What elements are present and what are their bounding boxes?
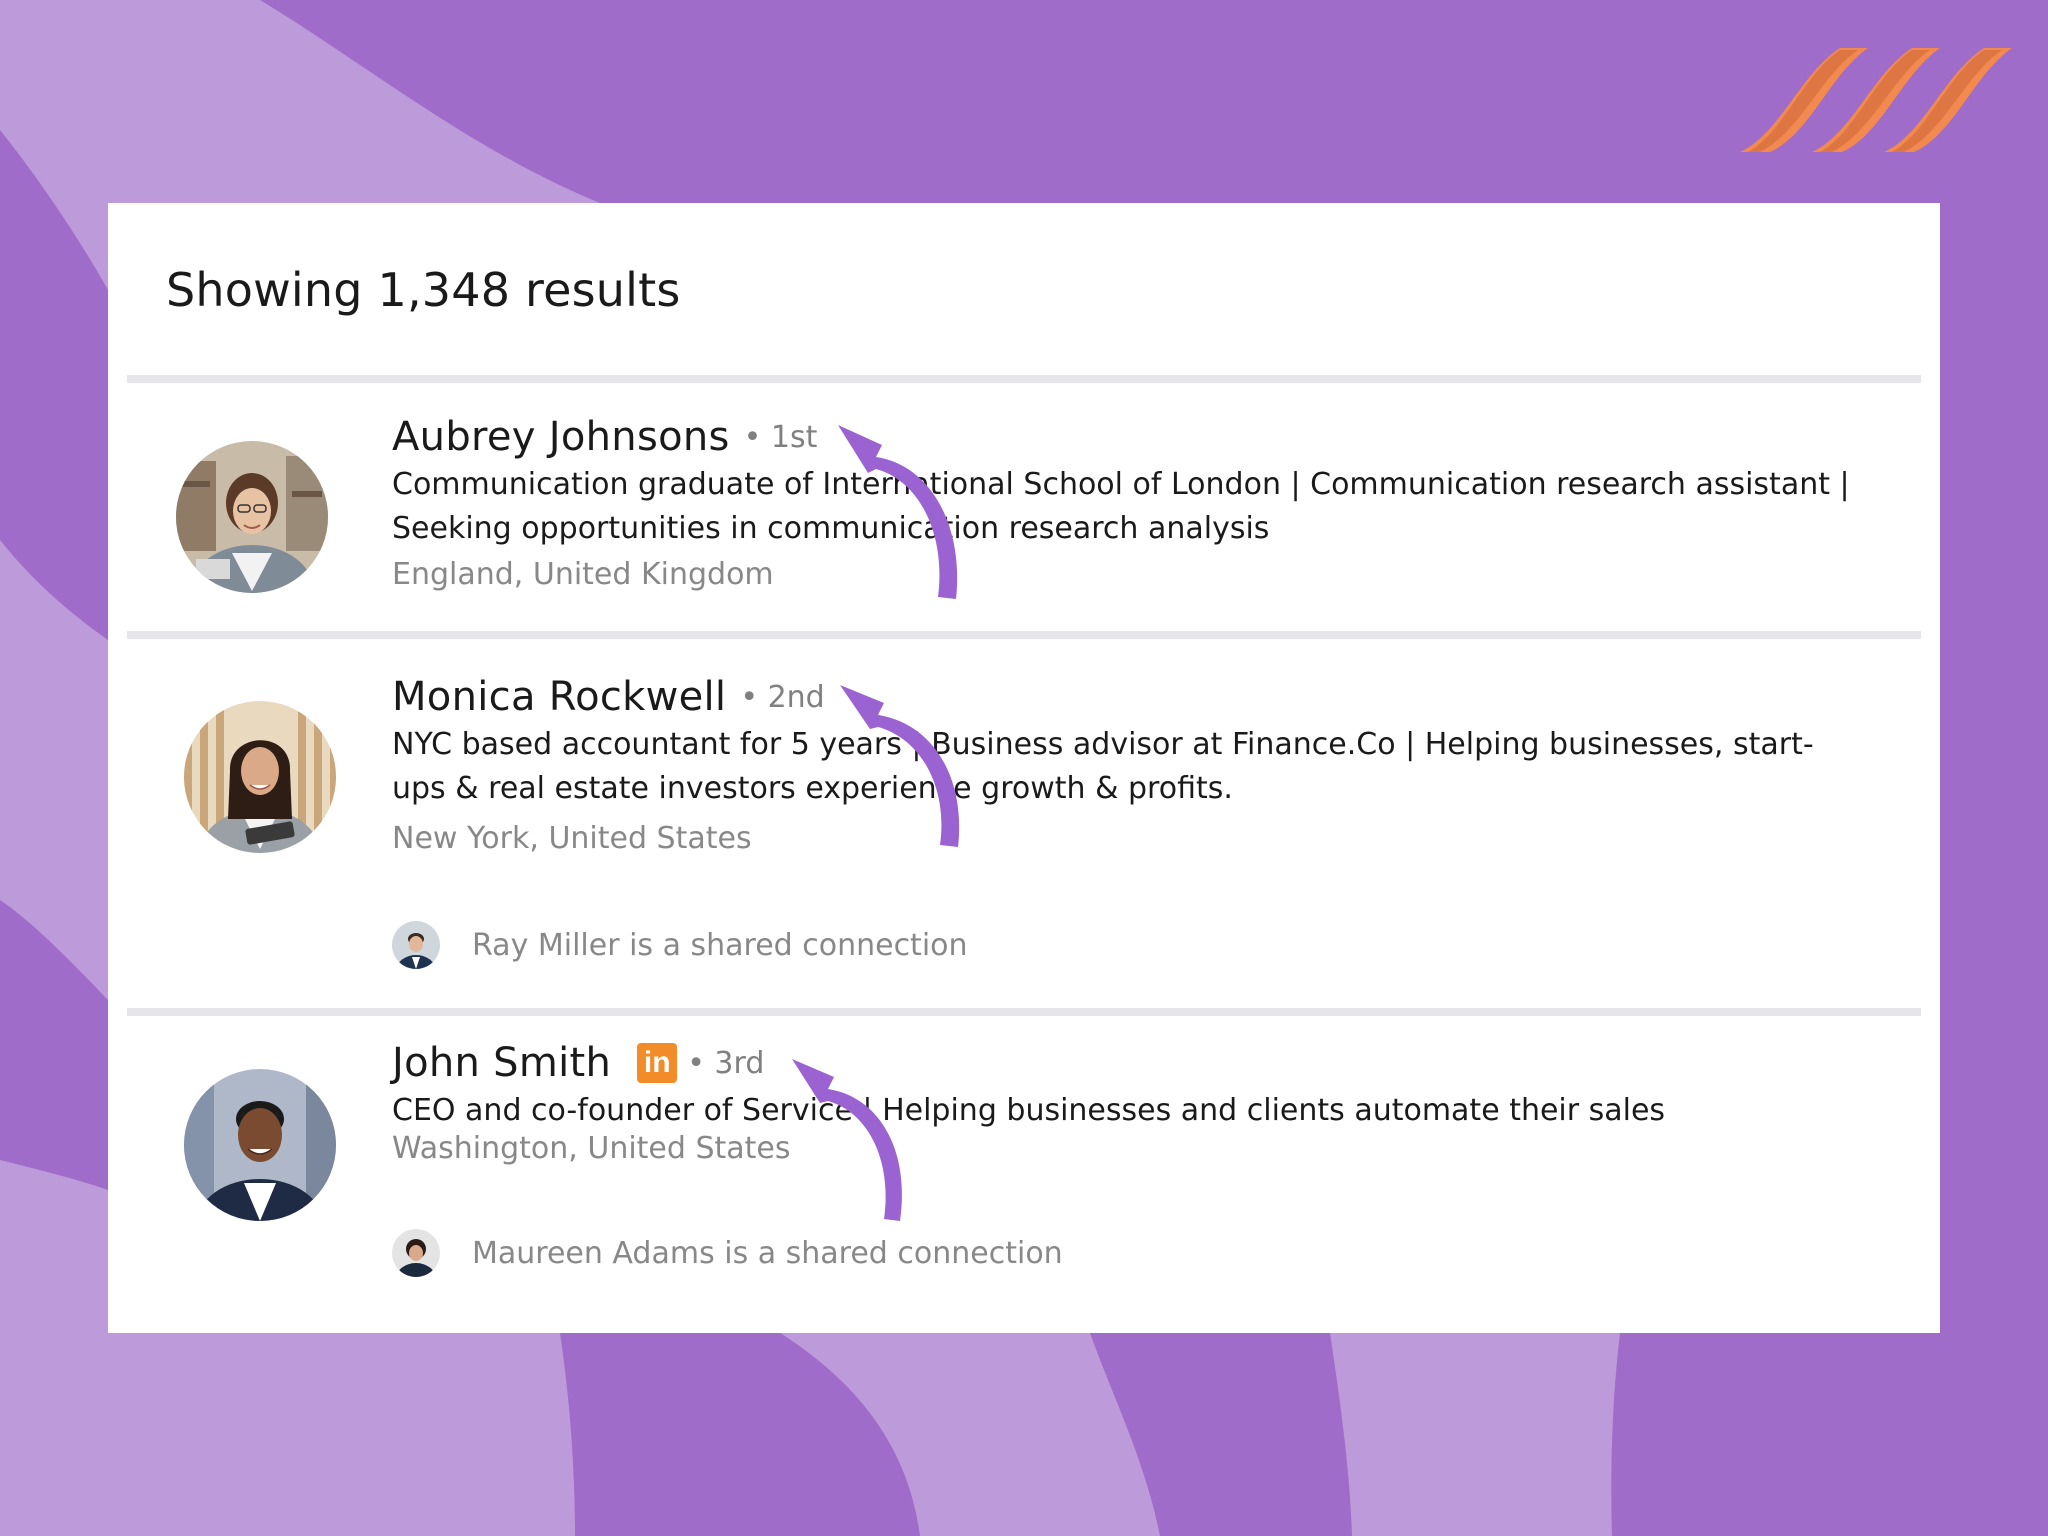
profile-headline: Communication graduate of International … [392, 467, 1850, 546]
profile-avatar-aubrey[interactable] [176, 441, 328, 593]
result-info-john: John Smith in • 3rd CEO and co-founder o… [392, 1039, 1852, 1169]
connection-degree: • 3rd [687, 1045, 765, 1081]
profile-location: England, United Kingdom [392, 557, 774, 592]
divider [127, 375, 1921, 383]
profile-name[interactable]: Aubrey Johnsons [392, 414, 730, 460]
shared-connection[interactable]: Maureen Adams is a shared connection [392, 1229, 1063, 1277]
profile-location: New York, United States [392, 821, 752, 856]
results-count-title: Showing 1,348 results [166, 263, 681, 317]
connection-degree: • 2nd [740, 679, 825, 715]
linkedin-icon: in [637, 1043, 678, 1083]
shared-connection-text: Ray Miller is a shared connection [472, 927, 968, 963]
profile-name[interactable]: John Smith [392, 1040, 611, 1086]
result-info-monica: Monica Rockwell • 2nd NYC based accounta… [392, 673, 1852, 859]
profile-avatar-monica[interactable] [184, 701, 336, 853]
connection-degree: • 1st [743, 419, 818, 455]
profile-headline: NYC based accountant for 5 years | Busin… [392, 727, 1814, 806]
divider [127, 1008, 1921, 1016]
profile-name[interactable]: Monica Rockwell [392, 674, 726, 720]
shared-connection-text: Maureen Adams is a shared connection [472, 1235, 1063, 1271]
profile-avatar-john[interactable] [184, 1069, 336, 1221]
divider [127, 631, 1921, 639]
shared-connection[interactable]: Ray Miller is a shared connection [392, 921, 968, 969]
search-results-card: Showing 1,348 results Aubrey Johnsons • … [108, 203, 1940, 1333]
profile-location: Washington, United States [392, 1131, 791, 1166]
profile-headline: CEO and co-founder of Service | Helping … [392, 1093, 1666, 1128]
shared-connection-avatar [392, 1229, 440, 1277]
result-info-aubrey: Aubrey Johnsons • 1st Communication grad… [392, 413, 1852, 595]
brand-logo-icon [1740, 48, 2012, 152]
shared-connection-avatar [392, 921, 440, 969]
